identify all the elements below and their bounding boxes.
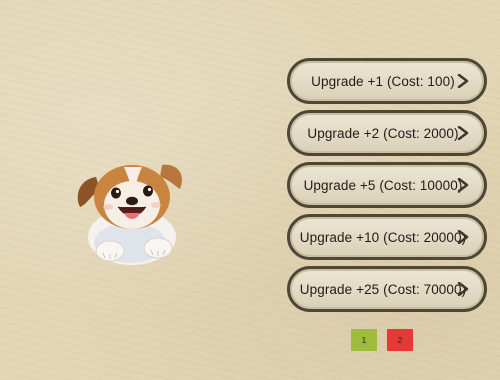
- page-1-label: 1: [361, 335, 367, 345]
- upgrade-label: Upgrade +25 (Cost: 70000): [299, 281, 467, 297]
- chevron-right-icon: [457, 178, 469, 192]
- page-controls: 1 2: [351, 329, 413, 351]
- upgrade-plus-1-button[interactable]: Upgrade +1 (Cost: 100): [287, 58, 487, 104]
- chevron-right-icon: [457, 126, 469, 140]
- chevron-right-icon: [457, 282, 469, 296]
- page-1-button[interactable]: 1: [351, 329, 377, 351]
- page-2-label: 2: [397, 335, 403, 345]
- upgrade-label: Upgrade +2 (Cost: 2000): [307, 125, 459, 141]
- chevron-right-icon: [457, 230, 469, 244]
- upgrade-plus-5-button[interactable]: Upgrade +5 (Cost: 10000): [287, 162, 487, 208]
- upgrade-plus-10-button[interactable]: Upgrade +10 (Cost: 20000): [287, 214, 487, 260]
- upgrade-label: Upgrade +1 (Cost: 100): [311, 73, 455, 89]
- upgrade-list: Upgrade +1 (Cost: 100) Upgrade +2 (Cost:…: [287, 58, 492, 318]
- puppy-icon[interactable]: [70, 155, 190, 270]
- upgrade-plus-2-button[interactable]: Upgrade +2 (Cost: 2000): [287, 110, 487, 156]
- upgrade-label: Upgrade +10 (Cost: 20000): [299, 229, 467, 245]
- page-2-button[interactable]: 2: [387, 329, 413, 351]
- chevron-right-icon: [457, 74, 469, 88]
- upgrade-label: Upgrade +5 (Cost: 10000): [303, 177, 463, 193]
- upgrade-plus-25-button[interactable]: Upgrade +25 (Cost: 70000): [287, 266, 487, 312]
